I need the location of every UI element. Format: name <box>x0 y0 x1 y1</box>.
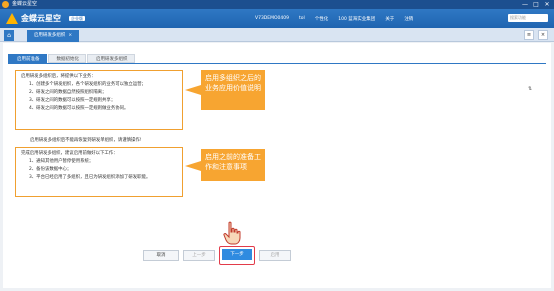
callout-arrow-1 <box>185 85 201 95</box>
window-titlebar: 金蝶云星空 — □ ✕ <box>0 0 554 9</box>
expand-icon[interactable]: ⇅ <box>528 86 532 92</box>
tab-strip: ⌂ 启用研发多组织 × ≡ × <box>0 28 554 42</box>
hand-cursor-icon <box>223 221 241 245</box>
brand-name: 金蝶云星空 <box>21 14 61 23</box>
close-window-button[interactable]: ✕ <box>543 1 551 8</box>
tab-tools: ≡ × <box>524 30 548 40</box>
app-header: 金蝶云星空 企业版 V73DEMO0409 tol 个性化 100 蓝海实业集团… <box>0 9 554 28</box>
step-enable[interactable]: 启用研发多组织 <box>87 54 135 63</box>
business-value-item: 4、研发之间的数据可以按照一定规则做业务协同。 <box>29 105 129 111</box>
tab-list-icon[interactable]: ≡ <box>524 30 534 40</box>
previous-step-button[interactable]: 上一步 <box>183 250 215 261</box>
enable-button[interactable]: 启用 <box>259 250 291 261</box>
callout-arrow-2 <box>185 161 201 171</box>
org-selector[interactable]: 100 蓝海实业集团 <box>338 16 375 22</box>
wizard-button-bar: 取消 上一步 下一步 启用 <box>143 246 291 265</box>
logout-link[interactable]: 注销 <box>404 16 413 22</box>
preparation-item: 3、平台已经启用了多组织，且已为研发组织添加了研发职能。 <box>29 174 151 180</box>
cancel-button[interactable]: 取消 <box>143 250 179 261</box>
edition-badge: 企业版 <box>69 16 85 21</box>
personalize-menu[interactable]: 个性化 <box>315 16 329 22</box>
close-all-tabs-icon[interactable]: × <box>538 30 548 40</box>
about-menu[interactable]: 关于 <box>385 16 394 22</box>
user-menu[interactable]: tol <box>299 16 305 21</box>
tab-label: 启用研发多组织 <box>33 33 66 38</box>
brand-logo-icon <box>6 13 18 24</box>
header-user-area: V73DEMO0409 tol 个性化 100 蓝海实业集团 关于 注销 <box>255 9 423 28</box>
wizard-steps: 启用前准备 数据初始化 启用研发多组织 <box>8 54 136 63</box>
function-search-input[interactable]: 搜索功能 <box>508 14 548 22</box>
business-value-panel: 启用研发多组织后，将提供以下业务： 1、创建多个研发组织，各个研发组织的业务可以… <box>15 70 183 130</box>
minimize-button[interactable]: — <box>521 1 529 8</box>
home-icon[interactable]: ⌂ <box>4 30 14 41</box>
next-step-button[interactable]: 下一步 <box>222 249 252 260</box>
wizard-content: 启用前准备 数据初始化 启用研发多组织 启用研发多组织后，将提供以下业务： 1、… <box>3 43 551 288</box>
preparation-panel: 完成启用研发多组织，建议启用前做好以下工作： 1、通知其他用户暂停使用系统； 2… <box>15 147 183 197</box>
tab-enable-rd-multi-org[interactable]: 启用研发多组织 × <box>27 30 79 42</box>
annotation-business-value: 启用多组织之后的业务应用价值说明 <box>201 70 265 110</box>
irreversible-warning: 启用研发多组织后不能再恢复到研发单组织，请谨慎操作! <box>30 138 142 143</box>
tab-close-icon[interactable]: × <box>68 33 72 38</box>
window-controls: — □ ✕ <box>521 1 551 8</box>
window-title: 金蝶云星空 <box>12 1 38 7</box>
steps-divider <box>8 63 546 64</box>
app-logo-icon <box>2 1 9 8</box>
next-button-highlight: 下一步 <box>219 246 255 265</box>
annotation-preparation: 启用之前的准备工作和注意事项 <box>201 149 265 181</box>
step-data-init[interactable]: 数据初始化 <box>47 54 86 63</box>
user-code: V73DEMO0409 <box>255 16 289 21</box>
maximize-button[interactable]: □ <box>532 1 540 8</box>
step-prepare[interactable]: 启用前准备 <box>8 54 47 63</box>
